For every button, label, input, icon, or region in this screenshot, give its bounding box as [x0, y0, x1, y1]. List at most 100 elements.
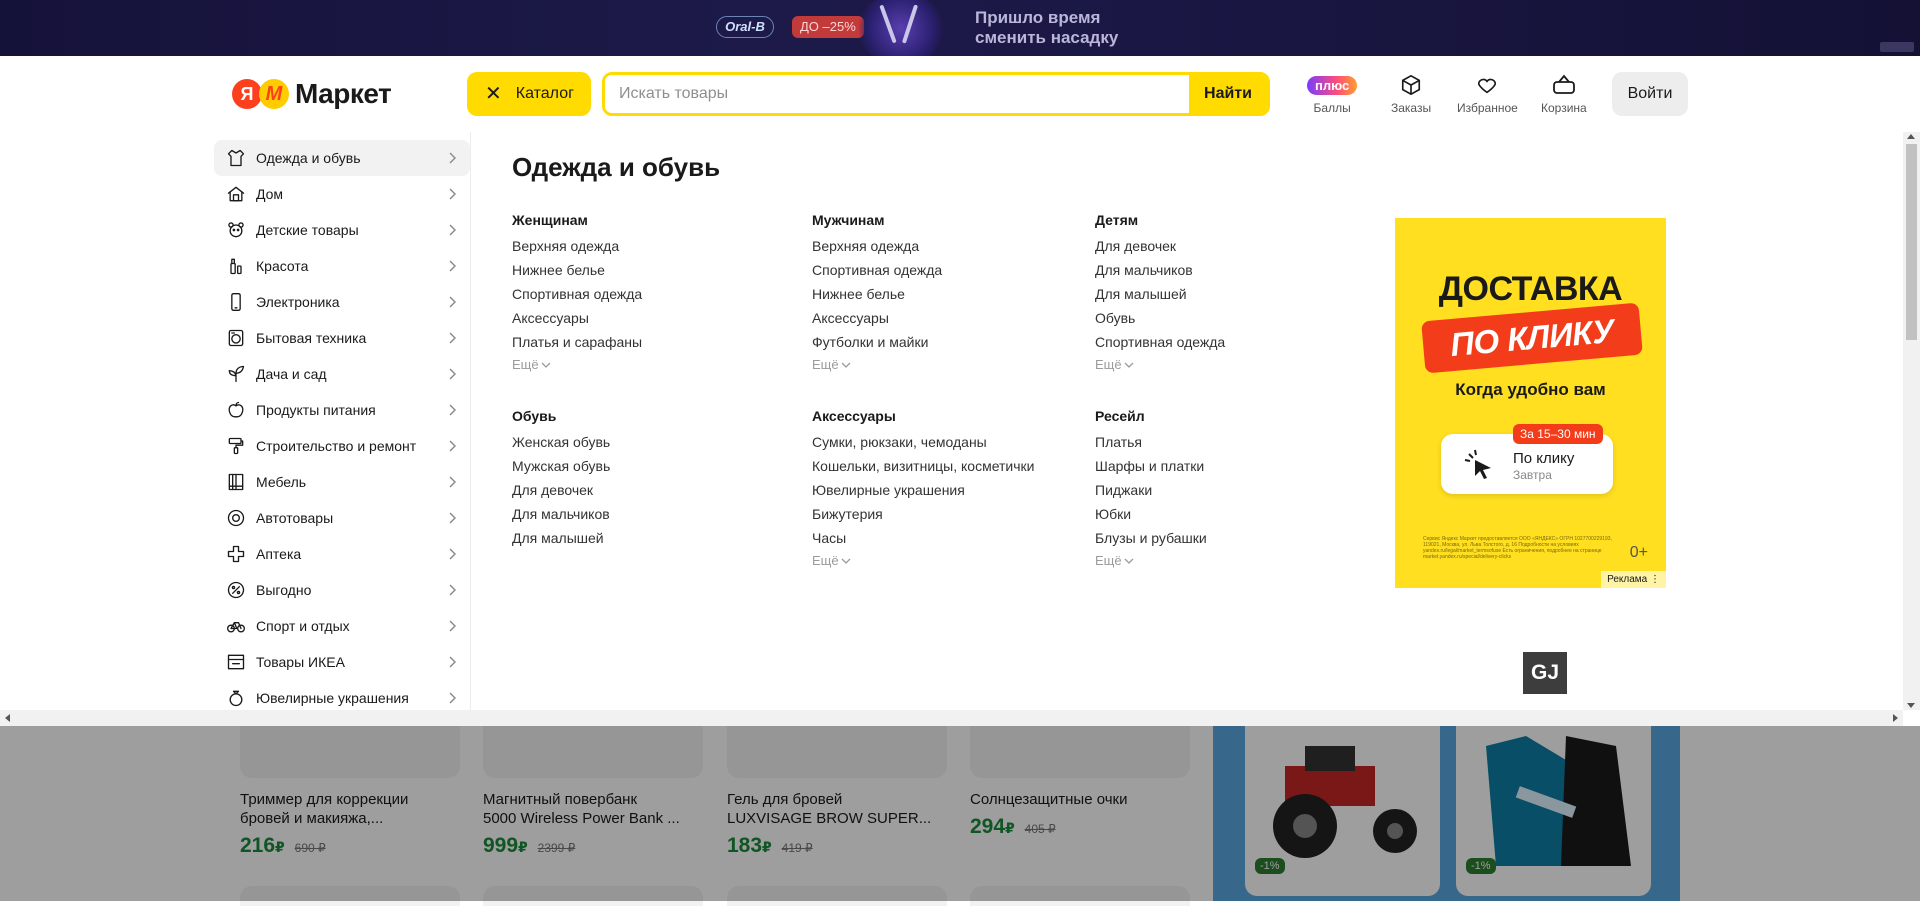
sidebar-item[interactable]: Продукты питания [214, 392, 470, 428]
orders-link[interactable]: Заказы [1391, 72, 1431, 115]
product-name-line1: Магнитный повербанк [483, 791, 638, 808]
product-card[interactable]: Солнцезащитные очки 294₽ 405 ₽ [970, 726, 1190, 839]
scroll-down-arrow-icon[interactable] [1907, 703, 1915, 708]
price-currency: ₽ [1005, 820, 1015, 836]
subcategory-link[interactable]: Блузы и рубашки [1095, 529, 1207, 553]
subcategory-link[interactable]: Шарфы и платки [1095, 457, 1207, 481]
subcategory-link[interactable]: Часы [812, 529, 1035, 553]
promo-headline-line1: Пришло время [975, 8, 1101, 27]
scroll-left-arrow-icon[interactable] [5, 714, 10, 722]
subcategory-link[interactable]: Для малышей [1095, 285, 1225, 309]
sidebar-item[interactable]: Выгодно [214, 572, 470, 608]
scroll-up-arrow-icon[interactable] [1907, 134, 1915, 139]
subcategory-link[interactable]: Верхняя одежда [512, 237, 642, 261]
cart-link[interactable]: Корзина [1541, 72, 1587, 115]
subcategory-link[interactable]: Сумки, рюкзаки, чемоданы [812, 433, 1035, 457]
ad-marker[interactable]: Реклама ⋮ [1601, 571, 1666, 588]
plus-badge-icon: плюс [1307, 75, 1358, 95]
ad-line2-plate: ПО КЛИКУ [1421, 302, 1643, 374]
subcategory-link[interactable]: Аксессуары [512, 309, 642, 333]
subcategory-link[interactable]: Для девочек [1095, 237, 1225, 261]
sidebar-item[interactable]: Дом [214, 176, 470, 212]
chevron-down-icon [541, 362, 551, 368]
top-promo-banner[interactable]: Oral-B ДО –25% Пришло время сменить наса… [0, 0, 1920, 56]
group-title[interactable]: Аксессуары [812, 408, 1035, 424]
sidebar-item[interactable]: Дача и сад [214, 356, 470, 392]
gj-widget-button[interactable]: GJ [1523, 652, 1567, 694]
sidebar-item[interactable]: Красота [214, 248, 470, 284]
subcategory-link[interactable]: Для девочек [512, 481, 610, 505]
delivery-ad-banner[interactable]: ДОСТАВКА ПО КЛИКУ Когда удобно вам За 15… [1395, 218, 1666, 588]
scrollbar-thumb[interactable] [1906, 144, 1917, 340]
sidebar-item[interactable]: Аптека [214, 536, 470, 572]
subcategory-link[interactable]: Женская обувь [512, 433, 610, 457]
sidebar-item[interactable]: Бытовая техника [214, 320, 470, 356]
show-more-button[interactable]: Ещё [1095, 357, 1225, 372]
search-button[interactable]: Найти [1189, 75, 1267, 113]
market-logo[interactable]: Я M Маркет [232, 76, 392, 112]
promo-product-card[interactable]: -1% [1245, 726, 1440, 896]
group-title[interactable]: Ресейл [1095, 408, 1207, 424]
subcategory-link[interactable]: Футболки и майки [812, 333, 942, 357]
login-button[interactable]: Войти [1612, 72, 1688, 116]
sidebar-item[interactable]: Электроника [214, 284, 470, 320]
cart-icon [1552, 72, 1576, 98]
subcategory-link[interactable]: Спортивная одежда [512, 285, 642, 309]
sidebar-item[interactable]: Товары ИКЕА [214, 644, 470, 680]
subcategory-link[interactable]: Нижнее белье [512, 261, 642, 285]
subcategory-link[interactable]: Пиджаки [1095, 481, 1207, 505]
group-title[interactable]: Женщинам [512, 212, 642, 228]
subcategory-link[interactable]: Спортивная одежда [812, 261, 942, 285]
sidebar-item[interactable]: Строительство и ремонт [214, 428, 470, 464]
vertical-scrollbar[interactable] [1903, 132, 1920, 710]
catalog-button[interactable]: ✕ Каталог [467, 72, 591, 116]
sidebar-item[interactable]: Мебель [214, 464, 470, 500]
subcategory-group: Аксессуары Сумки, рюкзаки, чемоданы Кошель… [812, 408, 1035, 568]
horizontal-scrollbar[interactable] [0, 710, 1903, 726]
product-card[interactable]: Магнитный повербанк 5000 Wireless Power … [483, 726, 703, 858]
show-more-button[interactable]: Ещё [812, 357, 942, 372]
show-more-button[interactable]: Ещё [812, 553, 1035, 568]
group-title[interactable]: Обувь [512, 408, 610, 424]
subcategory-link[interactable]: Для малышей [512, 529, 610, 553]
show-more-button[interactable]: Ещё [512, 357, 642, 372]
subcategory-link[interactable]: Кошельки, визитницы, косметички [812, 457, 1035, 481]
logo-text: Маркет [295, 78, 392, 109]
box-icon [1400, 72, 1422, 98]
subcategory-link[interactable]: Ювелирные украшения [812, 481, 1035, 505]
gloves-image [1486, 736, 1631, 866]
subcategory-link[interactable]: Платья и сарафаны [512, 333, 642, 357]
sidebar-item[interactable]: Детские товары [214, 212, 470, 248]
subcategory-link[interactable]: Платья [1095, 433, 1207, 457]
product-card[interactable]: Гель для бровей LUXVISAGE BROW SUPER... … [727, 726, 947, 858]
search-input[interactable] [605, 75, 1189, 113]
sidebar-item[interactable]: Автотовары [214, 500, 470, 536]
scroll-right-arrow-icon[interactable] [1893, 714, 1898, 722]
price-value: 294 [970, 815, 1006, 838]
chevron-right-icon [449, 476, 456, 488]
points-link[interactable]: плюс Баллы [1307, 72, 1358, 115]
subcategory-link[interactable]: Нижнее белье [812, 285, 942, 309]
sidebar-item[interactable]: Одежда и обувь [214, 140, 470, 176]
subcategory-link[interactable]: Верхняя одежда [812, 237, 942, 261]
favorites-link[interactable]: Избранное [1457, 72, 1518, 115]
subcategory-link[interactable]: Спортивная одежда [1095, 333, 1225, 357]
subcategory-link[interactable]: Для мальчиков [512, 505, 610, 529]
chevron-right-icon [449, 152, 456, 164]
subcategory-link[interactable]: Для мальчиков [1095, 261, 1225, 285]
product-price: 999₽ 2399 ₽ [483, 834, 703, 858]
subcategory-link[interactable]: Обувь [1095, 309, 1225, 333]
subcategory-link[interactable]: Мужская обувь [512, 457, 610, 481]
product-card[interactable]: Триммер для коррекции бровей и макияжа,.… [240, 726, 460, 858]
chevron-right-icon [449, 404, 456, 416]
subcategory-link[interactable]: Бижутерия [812, 505, 1035, 529]
group-title[interactable]: Детям [1095, 212, 1225, 228]
sidebar-item-label: Детские товары [256, 222, 359, 238]
group-title[interactable]: Мужчинам [812, 212, 942, 228]
sidebar-item[interactable]: Спорт и отдых [214, 608, 470, 644]
subcategory-link[interactable]: Юбки [1095, 505, 1207, 529]
promo-product-card[interactable]: -1% [1456, 726, 1651, 896]
catalog-panel: Одежда и обувь Дом Детские товары Красота Эл… [0, 132, 1920, 726]
subcategory-link[interactable]: Аксессуары [812, 309, 942, 333]
show-more-button[interactable]: Ещё [1095, 553, 1207, 568]
